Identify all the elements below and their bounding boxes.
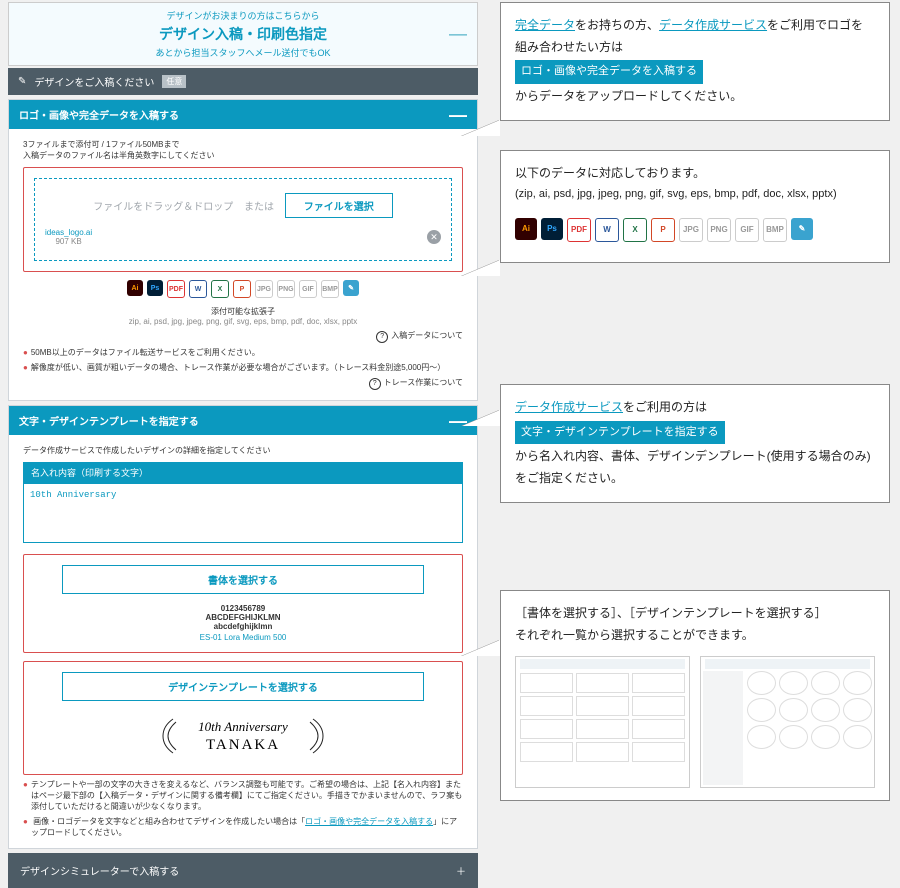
pointer-icon bbox=[462, 120, 500, 136]
link-creation-service[interactable]: データ作成サービス bbox=[659, 18, 767, 32]
ext-list: zip, ai, psd, jpg, jpeg, png, gif, svg, … bbox=[23, 317, 463, 326]
template-intro: データ作成サービスで作成したいデザインの詳細を指定してください bbox=[23, 445, 463, 456]
collapse-icon[interactable]: — bbox=[449, 24, 467, 45]
draw-icon: ✎ bbox=[791, 218, 813, 240]
pdf-icon: PDF bbox=[167, 280, 185, 298]
collapse-icon[interactable]: — bbox=[449, 110, 467, 120]
font-highlight: 書体を選択する 0123456789 ABCDEFGHIJKLMN abcdef… bbox=[23, 554, 463, 653]
doc-icon: W bbox=[595, 218, 619, 242]
ribbon-line2: デザイン入稿・印刷色指定 bbox=[9, 24, 477, 44]
dropzone-or: または bbox=[244, 198, 274, 213]
upload-limit-2: 入稿データのファイル名は半角英数字にしてください bbox=[23, 150, 463, 161]
select-font-button[interactable]: 書体を選択する bbox=[62, 565, 424, 594]
callout-select-lists: ［書体を選択する］、［デザインテンプレートを選択する］ それぞれ一覧から選択する… bbox=[500, 590, 890, 801]
section-upload: ロゴ・画像や完全データを入稿する— 3ファイルまで添付可 / 1ファイル50MB… bbox=[8, 99, 478, 401]
remove-file-button[interactable]: ✕ bbox=[427, 230, 441, 244]
template-list-thumbnail bbox=[700, 656, 875, 788]
select-template-button[interactable]: デザインテンプレートを選択する bbox=[62, 672, 424, 701]
font-sample-numbers: 0123456789 bbox=[34, 604, 452, 613]
ai-icon: Ai bbox=[127, 280, 143, 296]
gif-icon: GIF bbox=[299, 280, 317, 298]
doc-icon: W bbox=[189, 280, 207, 298]
callout-formats: 以下のデータに対応しております。 (zip, ai, psd, jpg, jpe… bbox=[500, 150, 890, 263]
ext-label: 添付可能な拡張子 bbox=[23, 306, 463, 317]
template-preview: 10th Anniversary TANAKA bbox=[34, 711, 452, 764]
xls-icon: X bbox=[211, 280, 229, 298]
font-sample-lower: abcdefghijklmn bbox=[34, 622, 452, 631]
jpg-icon: JPG bbox=[255, 280, 273, 298]
ps-icon: Ps bbox=[541, 218, 563, 240]
optional-badge: 任意 bbox=[162, 75, 186, 88]
ribbon-line1: デザインがお決まりの方はこちらから bbox=[9, 9, 477, 22]
tag-upload-box: ロゴ・画像や完全データを入稿する bbox=[515, 60, 703, 84]
pointer-icon bbox=[462, 640, 500, 656]
svg-text:10th Anniversary: 10th Anniversary bbox=[198, 719, 288, 734]
png-icon: PNG bbox=[277, 280, 295, 298]
xls-icon: X bbox=[623, 218, 647, 242]
draw-icon: ✎ bbox=[343, 280, 359, 296]
section-template-header[interactable]: 文字・デザインテンプレートを指定する— bbox=[9, 406, 477, 435]
font-sample-upper: ABCDEFGHIJKLMN bbox=[34, 613, 452, 622]
png-icon: PNG bbox=[707, 218, 731, 242]
upload-limit-1: 3ファイルまで添付可 / 1ファイル50MBまで bbox=[23, 139, 463, 150]
jpg-icon: JPG bbox=[679, 218, 703, 242]
upload-highlight: ファイルをドラッグ＆ドロップ または ファイルを選択 ideas_logo.ai… bbox=[23, 167, 463, 272]
link-upload-section[interactable]: ロゴ・画像や完全データを入稿する bbox=[305, 817, 433, 826]
simulator-bar[interactable]: デザインシミュレーターで入稿する ＋ bbox=[8, 853, 478, 888]
title-text: デザインをご入稿ください bbox=[34, 74, 154, 89]
section-upload-header[interactable]: ロゴ・画像や完全データを入稿する— bbox=[9, 100, 477, 129]
note-template-2: 画像・ロゴデータを文字などと組み合わせてデザインを作成したい場合は「ロゴ・画像や… bbox=[23, 816, 463, 838]
design-ribbon[interactable]: デザインがお決まりの方はこちらから デザイン入稿・印刷色指定 あとから担当スタッ… bbox=[8, 2, 478, 66]
plus-icon: ＋ bbox=[456, 863, 466, 878]
gear-icon: ✎ bbox=[18, 76, 26, 87]
note-50mb: 50MB以上のデータはファイル転送サービスをご利用ください。 bbox=[23, 347, 463, 358]
help-trace[interactable]: トレース作業について bbox=[23, 377, 463, 390]
pointer-icon bbox=[462, 260, 500, 276]
naming-field-header: 名入れ内容（印刷する文字） bbox=[23, 462, 463, 483]
choose-file-button[interactable]: ファイルを選択 bbox=[285, 193, 393, 218]
note-template-1: テンプレートや一部の文字の大きさを変えるなど、バランス調整も可能です。ご希望の場… bbox=[23, 779, 463, 812]
link-creation-service-2[interactable]: データ作成サービス bbox=[515, 400, 623, 414]
pdf-icon: PDF bbox=[567, 218, 591, 242]
dropzone-text: ファイルをドラッグ＆ドロップ bbox=[93, 198, 233, 213]
font-sample-label: ES-01 Lora Medium 500 bbox=[34, 633, 452, 642]
bmp-icon: BMP bbox=[763, 218, 787, 242]
gif-icon: GIF bbox=[735, 218, 759, 242]
callout-upload: 完全データをお持ちの方、データ作成サービスをご利用でロゴを組み合わせたい方は ロ… bbox=[500, 2, 890, 121]
tag-template-box: 文字・デザインテンプレートを指定する bbox=[515, 421, 725, 445]
ps-icon: Ps bbox=[147, 280, 163, 296]
ppt-icon: P bbox=[651, 218, 675, 242]
help-upload-data[interactable]: 入稿データについて bbox=[23, 330, 463, 343]
ribbon-line3: あとから担当スタッフへメール送付でもOK bbox=[9, 46, 477, 59]
link-complete-data[interactable]: 完全データ bbox=[515, 18, 575, 32]
bmp-icon: BMP bbox=[321, 280, 339, 298]
note-trace: 解像度が低い、画質が粗いデータの場合、トレース作業が必要な場合がございます。（ト… bbox=[23, 362, 463, 373]
file-type-icons: Ai Ps PDF W X P JPG PNG GIF BMP ✎ bbox=[23, 280, 463, 298]
svg-text:TANAKA: TANAKA bbox=[206, 737, 280, 753]
section-template: 文字・デザインテンプレートを指定する— データ作成サービスで作成したいデザインの… bbox=[8, 405, 478, 849]
ai-icon: Ai bbox=[515, 218, 537, 240]
template-highlight: デザインテンプレートを選択する 10th Anniversary TANAKA bbox=[23, 661, 463, 775]
naming-textarea[interactable] bbox=[23, 483, 463, 543]
callout-template: データ作成サービスをご利用の方は 文字・デザインテンプレートを指定する から名入… bbox=[500, 384, 890, 503]
ppt-icon: P bbox=[233, 280, 251, 298]
upload-title-bar: ✎ デザインをご入稿ください 任意 bbox=[8, 68, 478, 95]
pointer-icon bbox=[462, 410, 500, 426]
uploaded-file-name: ideas_logo.ai bbox=[45, 228, 92, 237]
font-list-thumbnail bbox=[515, 656, 690, 788]
dropzone[interactable]: ファイルをドラッグ＆ドロップ または ファイルを選択 ideas_logo.ai… bbox=[34, 178, 452, 261]
uploaded-file-size: 907 KB bbox=[45, 237, 92, 246]
